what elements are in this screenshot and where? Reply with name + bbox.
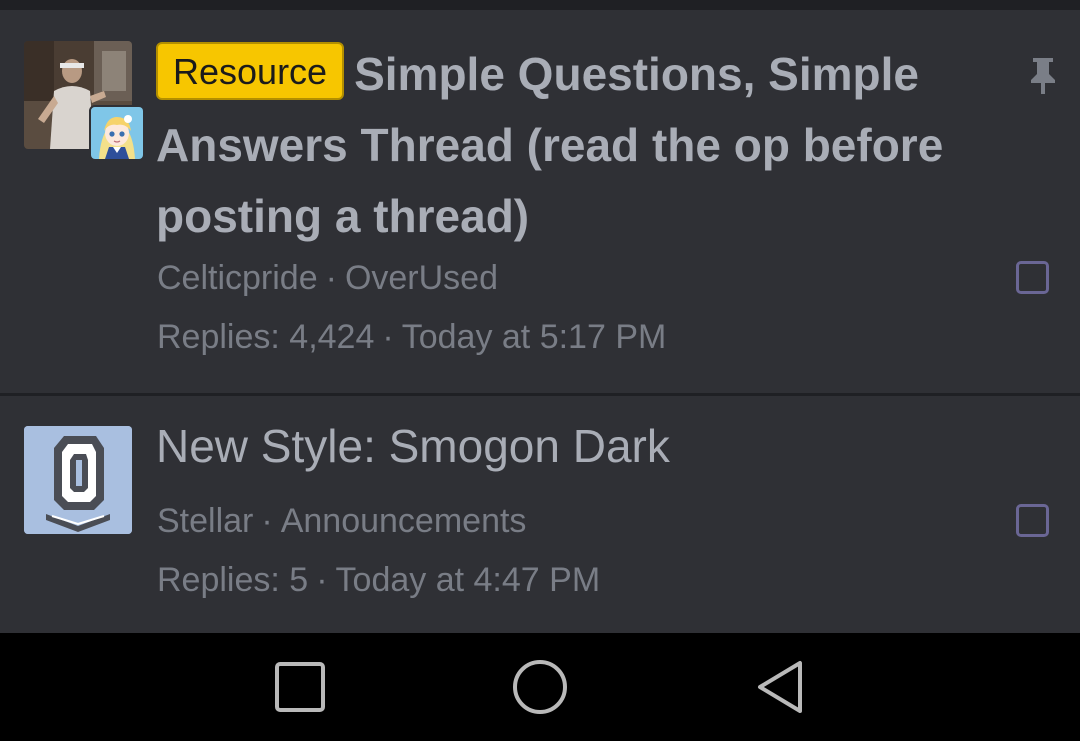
thread-author[interactable]: Stellar [157,502,253,540]
square-icon[interactable] [270,657,330,717]
last-post-time[interactable]: Today at 4:47 PM [336,561,601,599]
anime-girl-avatar[interactable] [89,105,145,161]
circle-icon[interactable] [510,657,570,717]
thread-author[interactable]: Celticpride [157,259,318,297]
system-nav-bar [0,633,1080,741]
thread-stats: Replies: 5 · Today at 4:47 PM [157,560,600,600]
thread-title-text[interactable]: New Style: Smogon Dark [156,420,670,472]
replies-count: 5 [289,561,309,599]
thread-meta: Stellar · Announcements [157,501,526,541]
pin-icon [1031,58,1055,94]
top-divider [0,0,1080,10]
anime-girl-image [91,107,143,159]
thread-stats: Replies: 4,424 · Today at 5:17 PM [157,317,666,357]
last-post-time[interactable]: Today at 5:17 PM [402,318,667,356]
thread-item[interactable]: Resource Simple Questions, Simple Answers… [0,10,1080,393]
separator: · [261,502,273,540]
separator: · [382,318,394,356]
replies-label: Replies: [157,561,280,599]
thread-meta: Celticpride · OverUsed [157,258,498,298]
thread-forum[interactable]: OverUsed [345,259,498,297]
triangle-back-icon[interactable] [750,657,810,717]
separator: · [316,561,328,599]
screen: Resource Simple Questions, Simple Answers… [0,0,1080,741]
select-checkbox[interactable] [1016,504,1049,537]
smogon-logo-avatar[interactable] [24,426,132,534]
thread-forum[interactable]: Announcements [281,502,527,540]
avatar[interactable] [24,426,132,534]
replies-label: Replies: [157,318,280,356]
smogon-logo-icon [24,426,132,534]
separator: · [325,259,337,297]
thread-title[interactable]: New Style: Smogon Dark [156,411,1006,482]
avatar[interactable] [24,41,145,161]
replies-count: 4,424 [289,318,375,356]
thread-title[interactable]: Resource Simple Questions, Simple Answers… [156,39,1006,252]
select-checkbox[interactable] [1016,261,1049,294]
prefix-badge[interactable]: Resource [156,42,345,100]
thread-item[interactable]: New Style: Smogon Dark Stellar · Announcem… [0,396,1080,632]
